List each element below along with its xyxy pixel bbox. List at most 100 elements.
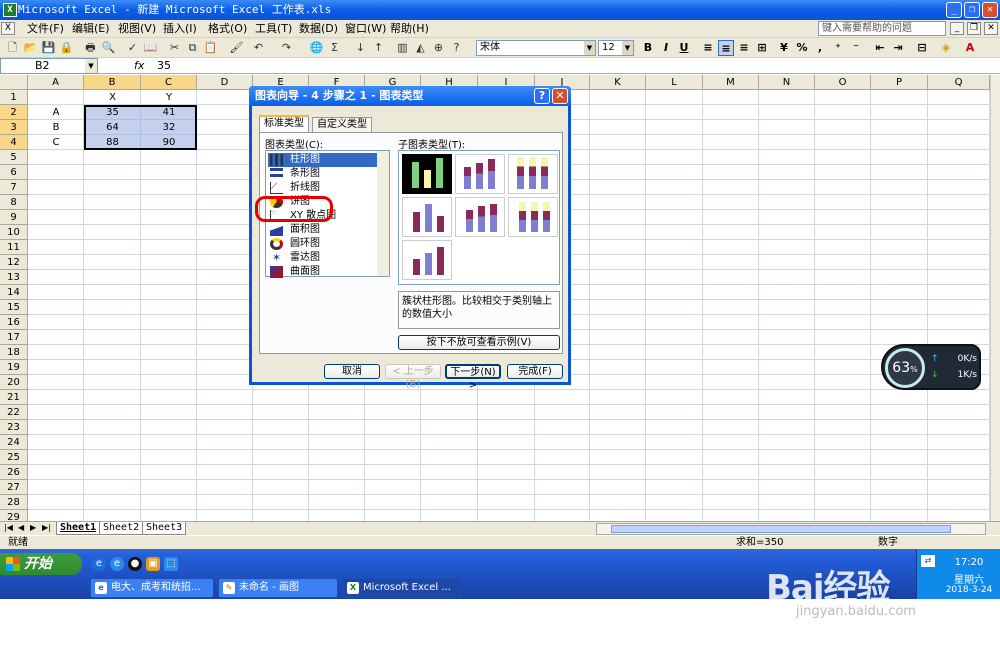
chart-type-surface[interactable]: 曲面图	[268, 265, 378, 279]
print-icon[interactable]: 🖶	[82, 40, 99, 56]
prev-sheet-icon[interactable]: ◀	[18, 523, 24, 532]
increase-decimal-icon[interactable]: ⁺	[830, 40, 846, 56]
decrease-indent-icon[interactable]: ⇤	[872, 40, 888, 56]
percent-icon[interactable]: %	[794, 40, 810, 56]
formula-input[interactable]: 35	[157, 58, 171, 74]
font-size-select[interactable]: 12 ▼	[598, 40, 634, 56]
permission-icon[interactable]: 🔒	[58, 40, 75, 56]
menu-data[interactable]: 数据(D)	[299, 20, 338, 38]
row-header-8[interactable]: 8	[0, 195, 28, 210]
comma-icon[interactable]: ,	[812, 40, 828, 56]
row-header-16[interactable]: 16	[0, 315, 28, 330]
fill-color-icon[interactable]: ◈	[938, 40, 954, 56]
cell-b2[interactable]: 35	[84, 105, 141, 120]
row-header-21[interactable]: 21	[0, 390, 28, 405]
chart-type-radar[interactable]: ✶ 雷达图	[268, 251, 378, 265]
merge-center-icon[interactable]: ⊞	[754, 40, 770, 56]
bold-button[interactable]: B	[640, 40, 656, 56]
help-icon[interactable]: ?	[448, 40, 465, 56]
row-header-7[interactable]: 7	[0, 180, 28, 195]
first-sheet-icon[interactable]: |◀	[4, 523, 13, 532]
borders-icon[interactable]: ⊟	[914, 40, 930, 56]
subtype-3d-clustered-column[interactable]	[402, 197, 452, 237]
research-icon[interactable]: 📖	[142, 40, 159, 56]
cell-a3[interactable]: B	[28, 120, 84, 135]
column-header-q[interactable]: Q	[928, 75, 990, 90]
row-header-27[interactable]: 27	[0, 480, 28, 495]
back-button[interactable]: < 上一步(B)	[385, 364, 441, 390]
row-header-2[interactable]: 2	[0, 105, 28, 120]
font-color-icon[interactable]: A	[962, 40, 978, 56]
row-header-29[interactable]: 29	[0, 510, 28, 521]
chart-type-bar[interactable]: 条形图	[268, 167, 378, 181]
subtype-100-stacked-column[interactable]	[508, 154, 558, 194]
fx-icon[interactable]: fx	[134, 58, 144, 74]
row-header-17[interactable]: 17	[0, 330, 28, 345]
row-header-11[interactable]: 11	[0, 240, 28, 255]
row-header-3[interactable]: 3	[0, 120, 28, 135]
menu-format[interactable]: 格式(O)	[208, 20, 247, 38]
doc-restore-button[interactable]: ❐	[967, 22, 981, 35]
print-preview-icon[interactable]: 🔍	[100, 40, 117, 56]
qq-icon[interactable]: ●	[128, 557, 142, 571]
vertical-scrollbar[interactable]	[990, 75, 1000, 521]
tab-sheet1[interactable]: Sheet1	[56, 522, 101, 535]
select-all-corner[interactable]	[0, 75, 28, 90]
cut-icon[interactable]: ✂	[166, 40, 183, 56]
cell-b1[interactable]: X	[84, 90, 141, 105]
hyperlink-icon[interactable]: 🌐	[308, 40, 325, 56]
align-center-icon[interactable]: ≡	[718, 40, 734, 56]
row-header-9[interactable]: 9	[0, 210, 28, 225]
sort-ascending-icon[interactable]: ↓	[352, 40, 369, 56]
chart-type-doughnut[interactable]: 圆环图	[268, 237, 378, 251]
drawing-icon[interactable]: ◭	[412, 40, 429, 56]
cell-b4[interactable]: 88	[84, 135, 141, 150]
cancel-button[interactable]: 取消	[324, 364, 380, 379]
tab-sheet2[interactable]: Sheet2	[99, 522, 144, 535]
chart-type-column[interactable]: 柱形图	[268, 153, 378, 167]
row-header-15[interactable]: 15	[0, 300, 28, 315]
horizontal-scrollbar[interactable]	[596, 523, 986, 535]
redo-icon[interactable]: ↷	[278, 40, 295, 56]
name-box[interactable]: B2 ▼	[0, 58, 98, 74]
row-header-4[interactable]: 4	[0, 135, 28, 150]
next-sheet-icon[interactable]: ▶	[30, 523, 36, 532]
row-header-20[interactable]: 20	[0, 375, 28, 390]
row-header-24[interactable]: 24	[0, 435, 28, 450]
menu-file[interactable]: 文件(F)	[27, 20, 64, 38]
undo-icon[interactable]: ↶	[250, 40, 267, 56]
dialog-title-bar[interactable]: 图表向导 - 4 步骤之 1 - 图表类型 ? ✕	[249, 86, 571, 106]
show-desktop-icon[interactable]: ⬚	[164, 557, 178, 571]
column-header-k[interactable]: K	[590, 75, 646, 90]
copy-icon[interactable]: ⧉	[184, 40, 201, 56]
row-header-19[interactable]: 19	[0, 360, 28, 375]
menu-edit[interactable]: 编辑(E)	[72, 20, 110, 38]
task-browser[interactable]: e 电大、成考和统招...	[90, 578, 214, 598]
restore-button[interactable]: ❐	[964, 2, 980, 18]
cell-b3[interactable]: 64	[84, 120, 141, 135]
column-header-l[interactable]: L	[646, 75, 703, 90]
menu-insert[interactable]: 插入(I)	[163, 20, 197, 38]
column-header-d[interactable]: D	[197, 75, 253, 90]
subtype-3d-100-stacked-column[interactable]	[508, 197, 558, 237]
chart-type-line[interactable]: ⟋ 折线图	[268, 181, 378, 195]
row-header-22[interactable]: 22	[0, 405, 28, 420]
task-paint[interactable]: ✎ 未命名 - 画图	[218, 578, 338, 598]
autosum-icon[interactable]: Σ	[326, 40, 343, 56]
browser-icon[interactable]: e	[110, 557, 124, 571]
row-header-23[interactable]: 23	[0, 420, 28, 435]
decrease-decimal-icon[interactable]: ⁻	[848, 40, 864, 56]
spelling-icon[interactable]: ✓	[124, 40, 141, 56]
doc-minimize-button[interactable]: _	[950, 22, 964, 35]
row-header-12[interactable]: 12	[0, 255, 28, 270]
cell-c3[interactable]: 32	[141, 120, 197, 135]
menu-help[interactable]: 帮助(H)	[390, 20, 429, 38]
paste-icon[interactable]: 📋	[202, 40, 219, 56]
chart-type-area[interactable]: 面积图	[268, 223, 378, 237]
open-icon[interactable]: 📂	[22, 40, 39, 56]
horizontal-scroll-thumb[interactable]	[611, 525, 951, 533]
column-header-n[interactable]: N	[759, 75, 815, 90]
column-header-o[interactable]: O	[815, 75, 871, 90]
row-header-13[interactable]: 13	[0, 270, 28, 285]
cell-a4[interactable]: C	[28, 135, 84, 150]
